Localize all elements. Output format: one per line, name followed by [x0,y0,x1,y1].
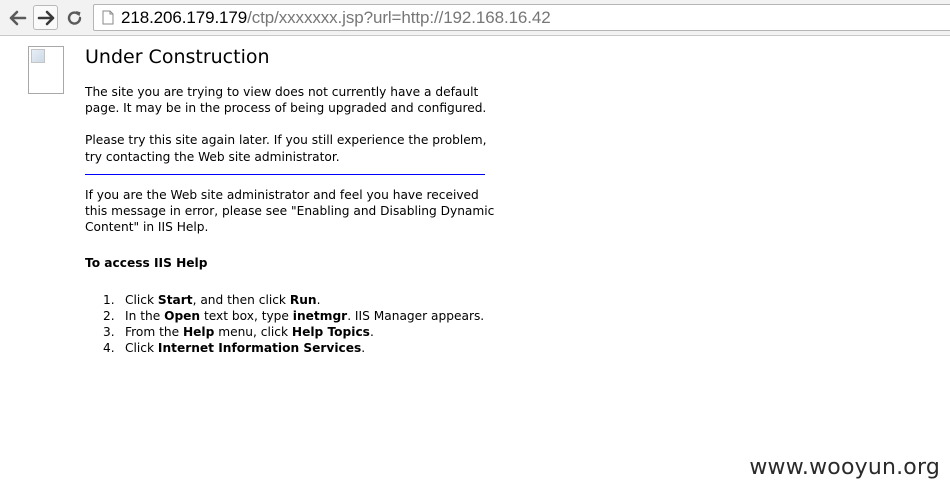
url-host: 218.206.179.179 [121,7,248,27]
step-keyword: Open [164,308,201,323]
step-text-run: Click [125,341,158,356]
step-text: In the Open text box, type inetmgr. IIS … [125,308,484,324]
step-text-run: . [361,341,366,356]
help-step: 2. In the Open text box, type inetmgr. II… [103,308,495,324]
arrow-right-icon [37,10,54,25]
step-text-run: . [316,292,321,307]
page-content: Under Construction The site you are tryi… [85,44,495,356]
step-number: 1. [103,292,115,307]
step-text: From the Help menu, click Help Topics. [125,324,374,340]
step-text-run: , and then click [192,292,290,307]
step-text-run: In the [125,308,165,323]
step-text-run: . IIS Manager appears. [347,308,485,323]
address-bar[interactable]: 218.206.179.179/ctp/xxxxxxx.jsp?url=http… [93,4,950,31]
intro-paragraph: The site you are trying to view does not… [85,85,487,116]
page-title: Under Construction [85,46,270,68]
arrow-left-icon [9,10,26,25]
step-number: 4. [103,341,115,356]
browser-toolbar: 218.206.179.179/ctp/xxxxxxx.jsp?url=http… [0,0,950,36]
step-text-run: From the [125,325,183,340]
forward-button[interactable] [33,5,58,30]
broken-image-icon [28,46,64,94]
document-icon [102,10,114,25]
step-text: Click Internet Information Services. [125,340,365,356]
step-keyword: Internet Information Services [157,341,362,356]
reload-button[interactable] [62,5,87,30]
reload-icon [67,10,81,25]
step-text: Click Start, and then click Run. [125,292,320,308]
step-number: 3. [103,325,115,340]
help-steps-list: 1. Click Start, and then click Run. 2. In t… [85,292,495,357]
help-step: 4. Click Internet Information Services. [103,340,495,356]
help-step: 1. Click Start, and then click Run. [103,292,495,308]
step-text-run: text box, type [200,308,293,323]
help-step: 3. From the Help menu, click Help Topics. [103,324,495,340]
help-heading: To access IIS Help [85,256,208,271]
step-keyword: Help [182,325,215,340]
watermark: www.wooyun.org [749,455,940,480]
step-text-run: menu, click [214,325,292,340]
divider [85,173,485,175]
step-text-run: Click [125,292,158,307]
back-button[interactable] [5,5,30,30]
step-keyword: Run [289,292,317,307]
retry-paragraph: Please try this site again later. If you… [85,133,487,164]
step-keyword: Help Topics [291,325,370,340]
step-text-run: . [369,325,374,340]
step-number: 2. [103,308,115,323]
step-keyword: Start [157,292,193,307]
step-keyword: inetmgr [292,308,348,323]
url-text: 218.206.179.179/ctp/xxxxxxx.jsp?url=http… [121,8,551,28]
url-path: /ctp/xxxxxxx.jsp?url=http://192.168.16.4… [247,7,551,27]
admin-paragraph: If you are the Web site administrator an… [85,187,495,235]
